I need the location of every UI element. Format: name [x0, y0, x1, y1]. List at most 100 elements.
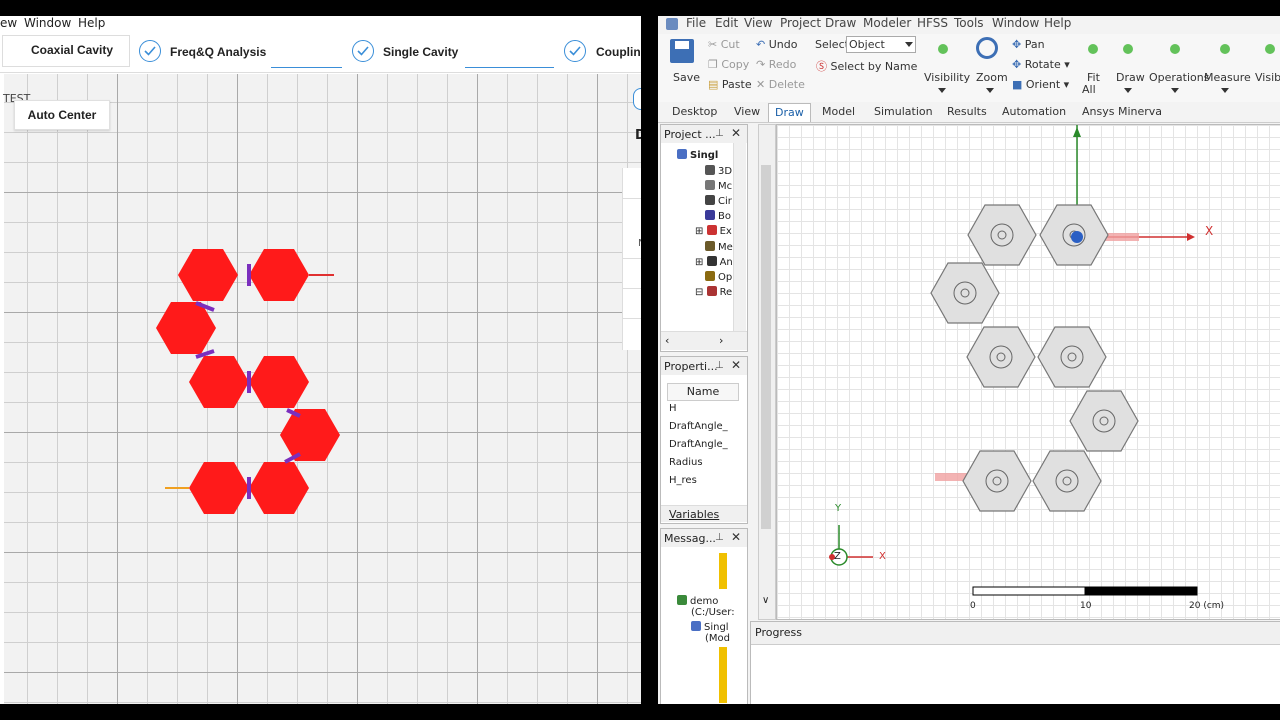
step-label: Coaxial Cavity	[31, 43, 114, 57]
tree-item[interactable]: Me	[705, 241, 733, 253]
draw-button[interactable]: Draw	[1116, 71, 1145, 84]
zoom-button[interactable]: Zoom	[976, 71, 1008, 84]
menu-draw[interactable]: Draw	[825, 16, 856, 30]
menu-edit[interactable]: Edit	[715, 16, 738, 30]
tab-simulation[interactable]: Simulation	[874, 105, 933, 118]
message-item[interactable]: demo	[677, 595, 718, 607]
tree-item[interactable]: ⊞ An	[695, 256, 733, 268]
redo-button[interactable]: ↷ Redo	[756, 58, 796, 71]
tab-automation[interactable]: Automation	[1002, 105, 1066, 118]
scroll-thumb[interactable]	[761, 165, 771, 529]
tree-item[interactable]: Mc	[705, 180, 732, 192]
step-single-cavity[interactable]: Single Cavity	[383, 38, 458, 66]
menu-window[interactable]: Window	[24, 16, 71, 30]
tree-item[interactable]: Bo	[705, 210, 731, 222]
property-row[interactable]: H	[669, 403, 677, 414]
menu-modeler[interactable]: Modeler	[863, 16, 911, 30]
orient-button[interactable]: ■ Orient ▾	[1012, 78, 1069, 91]
menu-help[interactable]: Help	[1044, 16, 1071, 30]
pane-splitter-scrollbar[interactable]: ∨	[758, 124, 776, 620]
menu-tools[interactable]: Tools	[954, 16, 984, 30]
progress-header: Progress	[751, 622, 1280, 645]
property-row[interactable]: Radius	[669, 457, 703, 468]
tree-label: Me	[718, 242, 733, 253]
paste-label: Paste	[721, 78, 752, 91]
step-coaxial-cavity[interactable]: Coaxial Cavity	[2, 35, 130, 67]
pane-title: Project ... ⊥ ✕	[661, 125, 747, 143]
tab-draw[interactable]: Draw	[768, 103, 811, 122]
select-dropdown[interactable]: Object	[846, 36, 916, 53]
step-coupling[interactable]: Coupling	[596, 38, 641, 66]
tab-ansys-minerva[interactable]: Ansys Minerva	[1082, 105, 1162, 118]
operations-button[interactable]: Operations	[1149, 71, 1209, 84]
delete-button[interactable]: ✕ Delete	[756, 78, 805, 91]
warning-icon	[719, 553, 727, 589]
menu-help[interactable]: Help	[78, 16, 105, 30]
visibility-button[interactable]: Visibility	[924, 71, 970, 84]
tree-item[interactable]: ⊟ Re	[695, 286, 732, 298]
tree-item-project[interactable]: Singl	[677, 149, 718, 161]
ribbon-tabs: Desktop View Draw Model Simulation Resul…	[658, 102, 1280, 123]
paste-button[interactable]: ▤ Paste	[708, 78, 752, 91]
menu-project[interactable]: Project	[780, 16, 821, 30]
property-row[interactable]: DraftAngle_	[669, 439, 728, 450]
tree-label: Re	[719, 287, 733, 298]
scroll-left-icon[interactable]: ‹	[665, 334, 669, 347]
menu-file[interactable]: File	[686, 16, 706, 30]
menu-view[interactable]: ew	[0, 16, 17, 30]
menu-window[interactable]: Window	[992, 16, 1039, 30]
undo-button[interactable]: ↶ Undo	[756, 38, 797, 51]
copy-button[interactable]: ❐ Copy	[708, 58, 749, 71]
tab-view[interactable]: View	[734, 105, 760, 118]
y-axis-arrow	[1073, 127, 1081, 137]
tree-item[interactable]: 3D	[705, 165, 732, 177]
scroll-right-icon[interactable]: ›	[719, 334, 723, 347]
chevron-down-icon	[1171, 88, 1179, 93]
properties-header[interactable]: Name	[667, 383, 739, 401]
property-row[interactable]: H_res	[669, 475, 697, 486]
tree-item[interactable]: Cir	[705, 195, 732, 207]
pin-icon[interactable]: ⊥	[715, 360, 724, 371]
visibility-button-2[interactable]: Visibi	[1255, 71, 1280, 84]
rotate-button[interactable]: ✥ Rotate ▾	[1012, 58, 1070, 71]
orient-icon: ■	[1012, 78, 1026, 91]
pan-button[interactable]: ✥ Pan	[1012, 38, 1045, 51]
measure-button[interactable]: Measure	[1204, 71, 1251, 84]
property-row[interactable]: DraftAngle_	[669, 421, 728, 432]
cavity-hexagon-3d	[930, 262, 1000, 324]
collapse-panel-button[interactable]	[633, 88, 641, 110]
tab-results[interactable]: Results	[947, 105, 987, 118]
menu-view[interactable]: View	[744, 16, 772, 30]
results-icon	[706, 286, 717, 296]
cut-button[interactable]: ✂ Cut	[708, 38, 740, 51]
menu-hfss[interactable]: HFSS	[917, 16, 948, 30]
properties-pane: Properti... ⊥ ✕ Name H DraftAngle_ Draft…	[660, 356, 748, 524]
pin-icon[interactable]: ⊥	[715, 128, 724, 139]
3d-modeler-viewport[interactable]: X Y Z X 0 10 20 (cm)	[776, 124, 1280, 620]
tab-desktop[interactable]: Desktop	[672, 105, 717, 118]
close-icon[interactable]: ✕	[731, 358, 741, 372]
pin-icon[interactable]: ⊥	[715, 532, 724, 543]
tab-variables[interactable]: Variables	[669, 508, 719, 521]
tree-item[interactable]: ⊞ Ex	[695, 225, 732, 237]
tab-model[interactable]: Model	[822, 105, 855, 118]
auto-center-button[interactable]: Auto Center	[14, 100, 110, 130]
tree-item[interactable]: Op	[705, 271, 732, 283]
close-icon[interactable]: ✕	[731, 530, 741, 544]
chevron-down-icon	[905, 42, 913, 47]
save-button[interactable]: Save	[666, 36, 702, 86]
step-connector	[465, 67, 554, 68]
fit-all-button-line2[interactable]: All	[1082, 83, 1096, 96]
horizontal-scrollbar[interactable]: ‹ ›	[661, 331, 747, 350]
close-icon[interactable]: ✕	[731, 126, 741, 140]
message-label: demo	[690, 596, 719, 607]
message-item[interactable]: Singl	[691, 621, 729, 633]
warning-icon	[719, 647, 727, 703]
pan-icon: ✥	[1012, 38, 1025, 51]
scrollbar[interactable]	[733, 143, 746, 331]
select-by-name-button[interactable]: Ⓢ Select by Name	[816, 58, 917, 74]
step-freq-q-analysis[interactable]: Freq&Q Analysis	[170, 38, 266, 66]
scroll-down-icon[interactable]: ∨	[762, 595, 769, 606]
layout-canvas[interactable]	[4, 74, 641, 704]
cavity-hexagon-3d	[1069, 390, 1139, 452]
